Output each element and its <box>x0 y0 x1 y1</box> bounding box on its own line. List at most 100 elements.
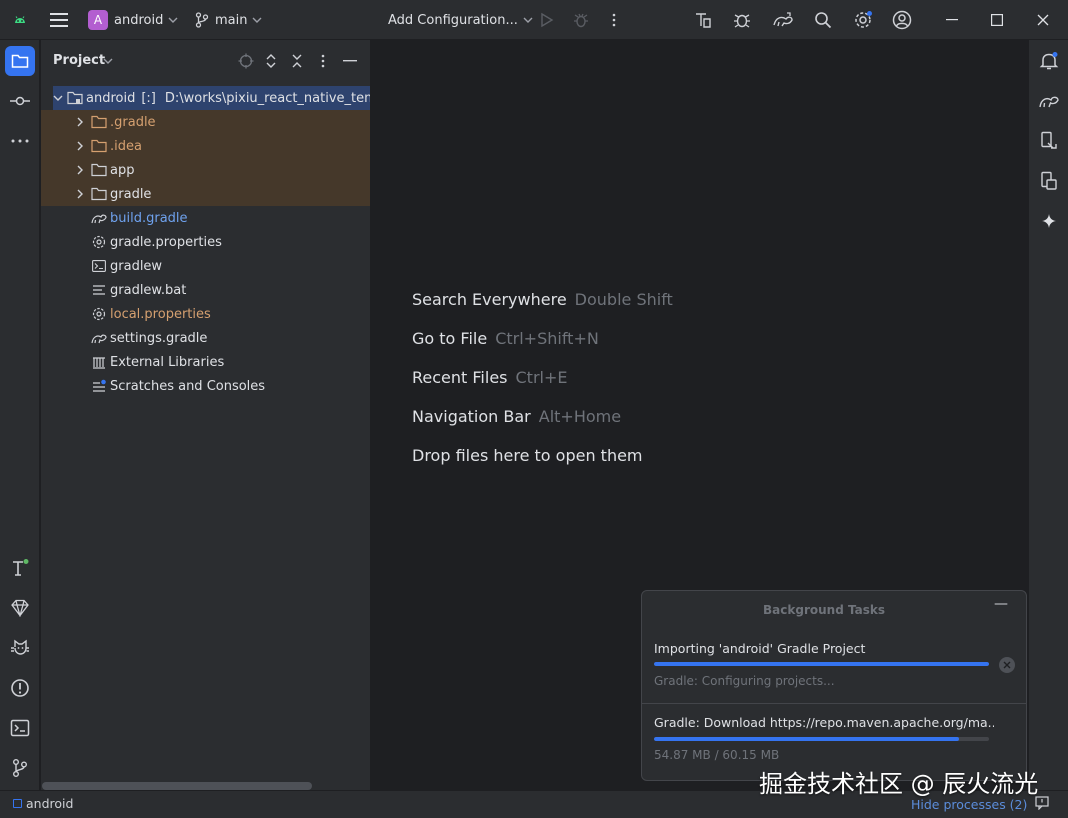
task-progress-fill <box>654 737 959 741</box>
run-icon[interactable] <box>540 0 554 40</box>
scratches-icon <box>91 378 107 394</box>
horizontal-scrollbar[interactable] <box>42 782 312 790</box>
project-switcher[interactable]: A android <box>88 0 178 40</box>
tree-item-gradle-properties[interactable]: gradle.properties <box>41 230 370 254</box>
options-more-icon[interactable] <box>314 52 332 70</box>
module-square-icon <box>13 799 22 808</box>
tree-item-gradle-folder[interactable]: gradle <box>41 182 370 206</box>
tree-item-gradlew[interactable]: gradlew <box>41 254 370 278</box>
minimize-icon[interactable] <box>946 0 958 40</box>
project-badge: A <box>88 10 108 30</box>
run-config-label: Add Configuration... <box>388 12 518 28</box>
hint-action: Navigation Bar <box>412 407 531 426</box>
hamburger-menu-icon[interactable] <box>50 0 68 40</box>
terminal-icon[interactable] <box>5 713 35 743</box>
notifications-icon[interactable] <box>1034 46 1064 76</box>
gemini-icon[interactable] <box>1034 206 1064 236</box>
task-divider <box>642 703 1026 704</box>
project-panel-header: Project <box>41 40 370 82</box>
hint-recent-files: Recent Files Ctrl+E <box>412 368 567 387</box>
gradle-sync-icon[interactable] <box>772 0 794 40</box>
problems-icon[interactable] <box>5 673 35 703</box>
commit-icon[interactable] <box>5 86 35 116</box>
bug-icon[interactable] <box>733 0 751 40</box>
more-horizontal-icon[interactable] <box>5 126 35 156</box>
folder-icon <box>91 138 107 154</box>
properties-gear-icon <box>91 306 107 322</box>
tree-item-settings-gradle[interactable]: settings.gradle <box>41 326 370 350</box>
tree-item-label: Scratches and Consoles <box>110 378 266 394</box>
android-logo-icon <box>12 0 28 40</box>
chevron-right-icon[interactable] <box>73 117 87 127</box>
tree-item-label: .idea <box>110 138 142 154</box>
hide-panel-icon[interactable] <box>341 52 359 70</box>
tree-item-scratches[interactable]: Scratches and Consoles <box>41 374 370 398</box>
cancel-task-icon[interactable] <box>999 657 1015 673</box>
folder-icon <box>91 162 107 178</box>
chevron-down-icon[interactable] <box>53 95 63 101</box>
tree-item-label: .gradle <box>110 114 156 130</box>
shell-script-icon <box>91 258 107 274</box>
cat-icon[interactable] <box>5 633 35 663</box>
title-bar: A android main Add Configuration... <box>0 0 1068 40</box>
minimize-popup-button[interactable]: — <box>994 596 1008 612</box>
tree-item-idea-dir[interactable]: .idea <box>41 134 370 158</box>
module-folder-icon <box>67 90 83 106</box>
tree-item-label: local.properties <box>110 306 211 322</box>
chevron-down-icon <box>523 17 533 23</box>
collapse-all-icon[interactable] <box>288 52 306 70</box>
account-icon[interactable] <box>892 0 912 40</box>
tree-item-external-libraries[interactable]: External Libraries <box>41 350 370 374</box>
running-devices-icon[interactable] <box>1034 166 1064 196</box>
hide-processes-link[interactable]: Hide processes (2) <box>911 797 1027 812</box>
chevron-right-icon[interactable] <box>73 141 87 151</box>
gradle-icon[interactable] <box>1034 86 1064 116</box>
project-panel-title[interactable]: Project <box>53 53 105 68</box>
tree-item-local-properties[interactable]: local.properties <box>41 302 370 326</box>
settings-icon[interactable] <box>853 0 873 40</box>
folder-icon <box>91 186 107 202</box>
text-file-icon <box>91 282 107 298</box>
tree-item-gradlew-bat[interactable]: gradlew.bat <box>41 278 370 302</box>
project-tool-window: Project android [:] D:\works\pixiu_react… <box>41 40 371 790</box>
project-folder-icon[interactable] <box>5 46 35 76</box>
tree-item-label: gradle <box>110 186 152 202</box>
run-configuration-selector[interactable]: Add Configuration... <box>388 0 533 40</box>
search-icon[interactable] <box>814 0 832 40</box>
chevron-right-icon[interactable] <box>73 165 87 175</box>
tree-item-app-dir[interactable]: app <box>41 158 370 182</box>
tree-item-gradle-dir[interactable]: .gradle <box>41 110 370 134</box>
chevron-right-icon[interactable] <box>73 189 87 199</box>
more-vertical-icon[interactable] <box>612 0 616 40</box>
debug-icon[interactable] <box>573 0 589 40</box>
gradle-file-icon <box>91 210 107 226</box>
device-explorer-icon[interactable] <box>1034 126 1064 156</box>
chevron-down-icon[interactable] <box>103 58 113 64</box>
tree-item-label: gradlew.bat <box>110 282 187 298</box>
gradle-file-icon <box>91 330 107 346</box>
tree-item-label: External Libraries <box>110 354 225 370</box>
tree-item-build-gradle[interactable]: build.gradle <box>41 206 370 230</box>
branch-switcher[interactable]: main <box>195 0 262 40</box>
device-manager-icon[interactable] <box>694 0 712 40</box>
task-name: Gradle: Download https://repo.maven.apac… <box>654 715 994 730</box>
tree-item-label: gradlew <box>110 258 163 274</box>
branch-name: main <box>215 12 248 28</box>
expand-all-icon[interactable] <box>262 52 280 70</box>
tree-item-android-root[interactable]: android [:] D:\works\pixiu_react_native_… <box>53 86 370 110</box>
gem-icon[interactable] <box>5 593 35 623</box>
library-icon <box>91 354 107 370</box>
task-name: Importing 'android' Gradle Project <box>654 641 866 656</box>
locate-icon[interactable] <box>237 52 255 70</box>
status-breadcrumb[interactable]: android <box>26 796 73 811</box>
hint-shortcut: Alt+Home <box>538 407 622 426</box>
git-icon[interactable] <box>5 753 35 783</box>
build-icon[interactable] <box>5 553 35 583</box>
tree-item-label: app <box>110 162 135 178</box>
maximize-icon[interactable] <box>991 0 1003 40</box>
close-icon[interactable] <box>1037 0 1049 40</box>
hint-search-everywhere: Search Everywhere Double Shift <box>412 290 673 309</box>
project-tree: android [:] D:\works\pixiu_react_native_… <box>41 86 370 398</box>
tree-item-label: build.gradle <box>110 210 188 226</box>
hint-drop-files: Drop files here to open them <box>412 446 643 465</box>
